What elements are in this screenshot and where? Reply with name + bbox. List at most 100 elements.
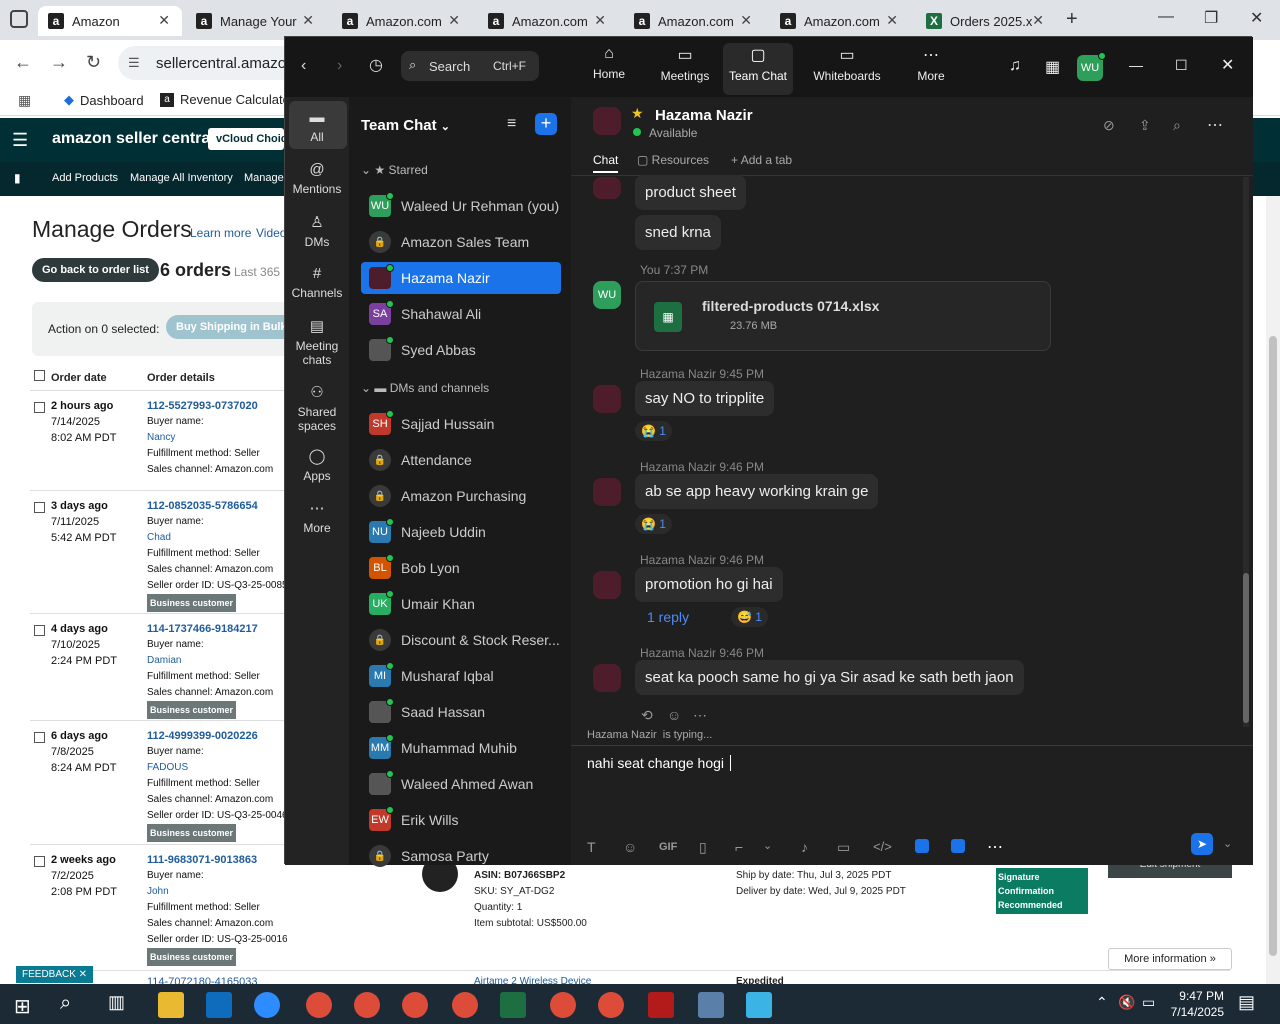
restore-icon[interactable]: ❐: [1204, 8, 1218, 28]
message-text[interactable]: product sheet: [635, 175, 746, 210]
close-tab-icon[interactable]: ✕: [740, 12, 752, 29]
nav-add-products[interactable]: Add Products: [52, 172, 118, 184]
chevron-down-icon[interactable]: ⌄: [763, 839, 772, 852]
order-checkbox[interactable]: [34, 732, 45, 743]
browser-tab[interactable]: a Amazon.com ✕: [332, 6, 472, 36]
file-explorer-icon[interactable]: [158, 992, 184, 1018]
amazon-logo[interactable]: amazon seller central: [52, 130, 215, 148]
order-id-link[interactable]: 111-9683071-9013863: [147, 852, 287, 868]
history-icon[interactable]: ◷: [369, 55, 383, 75]
order-id-link[interactable]: 112-0852035-5786654: [147, 498, 287, 514]
chat-list-item[interactable]: MM Muhammad Muhib: [361, 732, 561, 764]
video-link[interactable]: Video: [256, 226, 286, 240]
chat-list-item[interactable]: Syed Abbas: [361, 334, 561, 366]
windows-start-icon[interactable]: ⊞: [14, 994, 31, 1019]
chat-list-item[interactable]: EW Erik Wills: [361, 804, 561, 836]
order-checkbox[interactable]: [34, 402, 45, 413]
reload-icon[interactable]: ↻: [86, 52, 101, 73]
more-icon[interactable]: ⋯: [987, 837, 1003, 857]
store-selector[interactable]: vCloud Choic: [208, 128, 284, 150]
reaction-badge[interactable]: 😅 1: [731, 607, 768, 627]
close-icon[interactable]: ✕: [1221, 55, 1234, 75]
more-information-button[interactable]: More information »: [1108, 948, 1232, 970]
rail-channels[interactable]: # Channels: [285, 265, 349, 300]
chat-list-item[interactable]: 🔒 Attendance: [361, 444, 561, 476]
filter-icon[interactable]: ≡: [507, 115, 516, 133]
excel-icon[interactable]: [500, 992, 526, 1018]
minimize-icon[interactable]: —: [1129, 57, 1143, 73]
browser-tab[interactable]: a Amazon ✕: [38, 6, 182, 36]
buyer-name-link[interactable]: Damian: [147, 653, 287, 669]
zoom-search-field[interactable]: ⌕ Search Ctrl+F: [401, 51, 539, 81]
chat-list-item[interactable]: 🔒 Discount & Stock Reser...: [361, 624, 561, 656]
share-screen-icon[interactable]: ⇪: [1139, 117, 1151, 134]
chat-list-item[interactable]: Waleed Ahmed Awan: [361, 768, 561, 800]
browser-tab[interactable]: a Amazon.com ✕: [770, 6, 910, 36]
chrome-icon[interactable]: [598, 992, 624, 1018]
clock[interactable]: 9:47 PM 7/14/2025: [1164, 988, 1224, 1020]
order-checkbox[interactable]: [34, 502, 45, 513]
chat-list-item[interactable]: BL Bob Lyon: [361, 552, 561, 584]
order-id-link[interactable]: 112-5527993-0737020: [147, 398, 287, 414]
buy-shipping-bulk-button[interactable]: Buy Shipping in Bulk: [166, 315, 297, 339]
chat-list-item[interactable]: WU Waleed Ur Rehman (you): [361, 190, 561, 222]
sender-avatar[interactable]: [593, 571, 621, 599]
file-attachment[interactable]: ▦ filtered-products 0714.xlsx 23.76 MB: [635, 281, 1051, 351]
chrome-icon[interactable]: [452, 992, 478, 1018]
chrome-icon[interactable]: [354, 992, 380, 1018]
nav-meetings[interactable]: ▭ Meetings: [655, 45, 715, 83]
close-tab-icon[interactable]: ✕: [448, 12, 460, 29]
chat-list-item[interactable]: 🔒 Samosa Party: [361, 840, 561, 872]
rail-apps[interactable]: ◯ Apps: [285, 447, 349, 483]
chat-list-item[interactable]: MI Musharaf Iqbal: [361, 660, 561, 692]
buyer-name-link[interactable]: John: [147, 884, 287, 900]
search-icon[interactable]: ⌕: [60, 992, 71, 1015]
avatar[interactable]: WU: [1077, 52, 1106, 81]
gif-button[interactable]: GIF: [659, 841, 677, 853]
learn-more-link[interactable]: Learn more: [190, 226, 251, 240]
forward-icon[interactable]: →: [50, 52, 68, 73]
message-text[interactable]: seat ka pooch same ho gi ya Sir asad ke …: [635, 660, 1024, 695]
minimize-icon[interactable]: —: [1158, 8, 1174, 26]
back-icon[interactable]: ←: [14, 52, 32, 73]
message-text[interactable]: ab se app heavy working krain ge: [635, 474, 879, 509]
new-tab-icon[interactable]: +: [1066, 8, 1078, 31]
video-clip-icon[interactable]: ▭: [837, 839, 850, 856]
nav-more[interactable]: ⋯ More: [911, 45, 951, 83]
close-tab-icon[interactable]: ✕: [1032, 12, 1044, 29]
chat-scrollbar[interactable]: [1243, 177, 1249, 727]
back-arrow-icon[interactable]: ‹: [301, 57, 306, 75]
order-id-link[interactable]: 114-1737466-9184217: [147, 621, 287, 637]
buyer-name-link[interactable]: Chad: [147, 530, 287, 546]
rail-shared-spaces[interactable]: ⚇ Shared spaces: [285, 383, 349, 433]
video-off-icon[interactable]: ⊘: [1103, 117, 1115, 134]
reply-count-link[interactable]: 1 reply: [647, 609, 689, 625]
filezilla-icon[interactable]: [648, 992, 674, 1018]
browser-tab[interactable]: a Manage Your ✕: [186, 6, 326, 36]
calculator-icon[interactable]: [698, 992, 724, 1018]
scrollbar-thumb[interactable]: [1269, 336, 1277, 956]
nav-manage-inventory[interactable]: Manage All Inventory: [130, 172, 233, 184]
chat-list-item[interactable]: SH Sajjad Hussain: [361, 408, 561, 440]
buyer-name-link[interactable]: Nancy: [147, 430, 287, 446]
notifications-icon[interactable]: ▤: [1238, 992, 1255, 1013]
chat-list-item[interactable]: SA Shahawal Ali: [361, 298, 561, 330]
chat-list-item[interactable]: UK Umair Khan: [361, 588, 561, 620]
apps-grid-icon[interactable]: ▦: [18, 92, 31, 109]
zoom-app-icon[interactable]: [254, 992, 280, 1018]
chrome-icon[interactable]: [550, 992, 576, 1018]
rail-dms[interactable]: ♙ DMs: [285, 213, 349, 249]
site-info-icon[interactable]: ☰: [128, 55, 140, 71]
app-icon[interactable]: [951, 839, 965, 853]
emoji-icon[interactable]: ☺: [623, 839, 637, 855]
bell-icon[interactable]: ♫: [1009, 57, 1021, 75]
close-window-icon[interactable]: ✕: [1250, 8, 1263, 28]
sender-avatar[interactable]: [593, 664, 621, 692]
reaction-badge[interactable]: 😭 1: [635, 514, 672, 534]
back-to-orders-button[interactable]: Go back to order list: [32, 258, 159, 282]
feedback-button[interactable]: FEEDBACK ✕: [16, 966, 94, 983]
browser-tab[interactable]: X Orders 2025.x ✕: [916, 6, 1056, 36]
order-id-link[interactable]: 112-4999399-0020226: [147, 728, 287, 744]
nav-team-chat[interactable]: ▢ Team Chat: [723, 43, 793, 95]
reaction-badge[interactable]: 😭 1: [635, 421, 672, 441]
